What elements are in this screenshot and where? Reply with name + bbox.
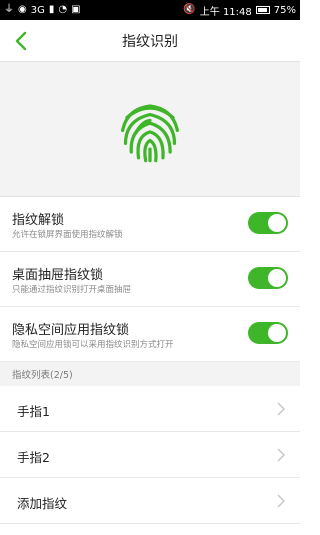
setting-title: 指纹解锁 [12, 213, 65, 228]
network-type: 3G [30, 4, 45, 16]
status-bar: ⏚ ◉ 3G ▮ ◔ ▣ 🔇 上午 11:48 75% [0, 0, 300, 20]
setting-title: 桌面抽屉指纹锁 [12, 268, 104, 283]
list-item-label: 手指2 [17, 450, 50, 465]
fingerprint-list-header: 指纹列表(2/5) [0, 362, 300, 386]
setting-drawer-lock: 桌面抽屉指纹锁 只能通过指纹识别打开桌面抽屉 [0, 252, 300, 307]
list-item-finger-1[interactable]: 手指1 [0, 386, 300, 432]
toggle-knob [268, 214, 286, 232]
back-arrow-icon [15, 31, 27, 51]
chevron-right-icon [277, 448, 286, 462]
fingerprint-unlock-toggle[interactable] [248, 212, 288, 234]
android-icon: ◉ [18, 4, 27, 15]
battery-icon [255, 6, 270, 14]
wifi-icon: ◔ [58, 4, 68, 15]
list-item-label: 手指1 [17, 404, 50, 419]
setting-subtitle: 只能通过指纹识别打开桌面抽屉 [12, 285, 132, 295]
image-icon: ▣ [71, 4, 81, 15]
status-time: 上午 11:48 [199, 6, 252, 18]
back-button[interactable] [8, 28, 34, 54]
signal-icon: ▮ [48, 4, 55, 15]
drawer-lock-toggle[interactable] [248, 267, 288, 289]
toggle-knob [268, 269, 286, 287]
fingerprint-icon [121, 104, 179, 163]
status-right: 🔇 上午 11:48 75% [183, 3, 296, 18]
page-title: 指纹识别 [122, 33, 178, 50]
list-item-finger-2[interactable]: 手指2 [0, 432, 300, 478]
setting-private-space-lock: 隐私空间应用指纹锁 隐私空间应用锁可以采用指纹识别方式打开 [0, 307, 300, 362]
battery-percent: 75% [273, 4, 296, 16]
chevron-right-icon [277, 494, 286, 508]
chevron-right-icon [277, 402, 286, 416]
private-space-lock-toggle[interactable] [248, 322, 288, 344]
fingerprint-hero [0, 62, 300, 197]
list-item-add-fingerprint[interactable]: 添加指纹 [0, 478, 300, 524]
setting-title: 隐私空间应用指纹锁 [12, 323, 130, 338]
list-item-label: 添加指纹 [17, 496, 68, 511]
toggle-knob [268, 324, 286, 342]
status-left: ⏚ ◉ 3G ▮ ◔ ▣ [4, 5, 81, 16]
setting-subtitle: 隐私空间应用锁可以采用指纹识别方式打开 [12, 340, 174, 350]
setting-fingerprint-unlock: 指纹解锁 允许在锁屏界面使用指纹解锁 [0, 197, 300, 252]
setting-subtitle: 允许在锁屏界面使用指纹解锁 [12, 230, 123, 240]
mute-icon: 🔇 [183, 4, 196, 15]
usb-icon: ⏚ [4, 4, 14, 15]
title-bar: 指纹识别 [0, 20, 300, 62]
